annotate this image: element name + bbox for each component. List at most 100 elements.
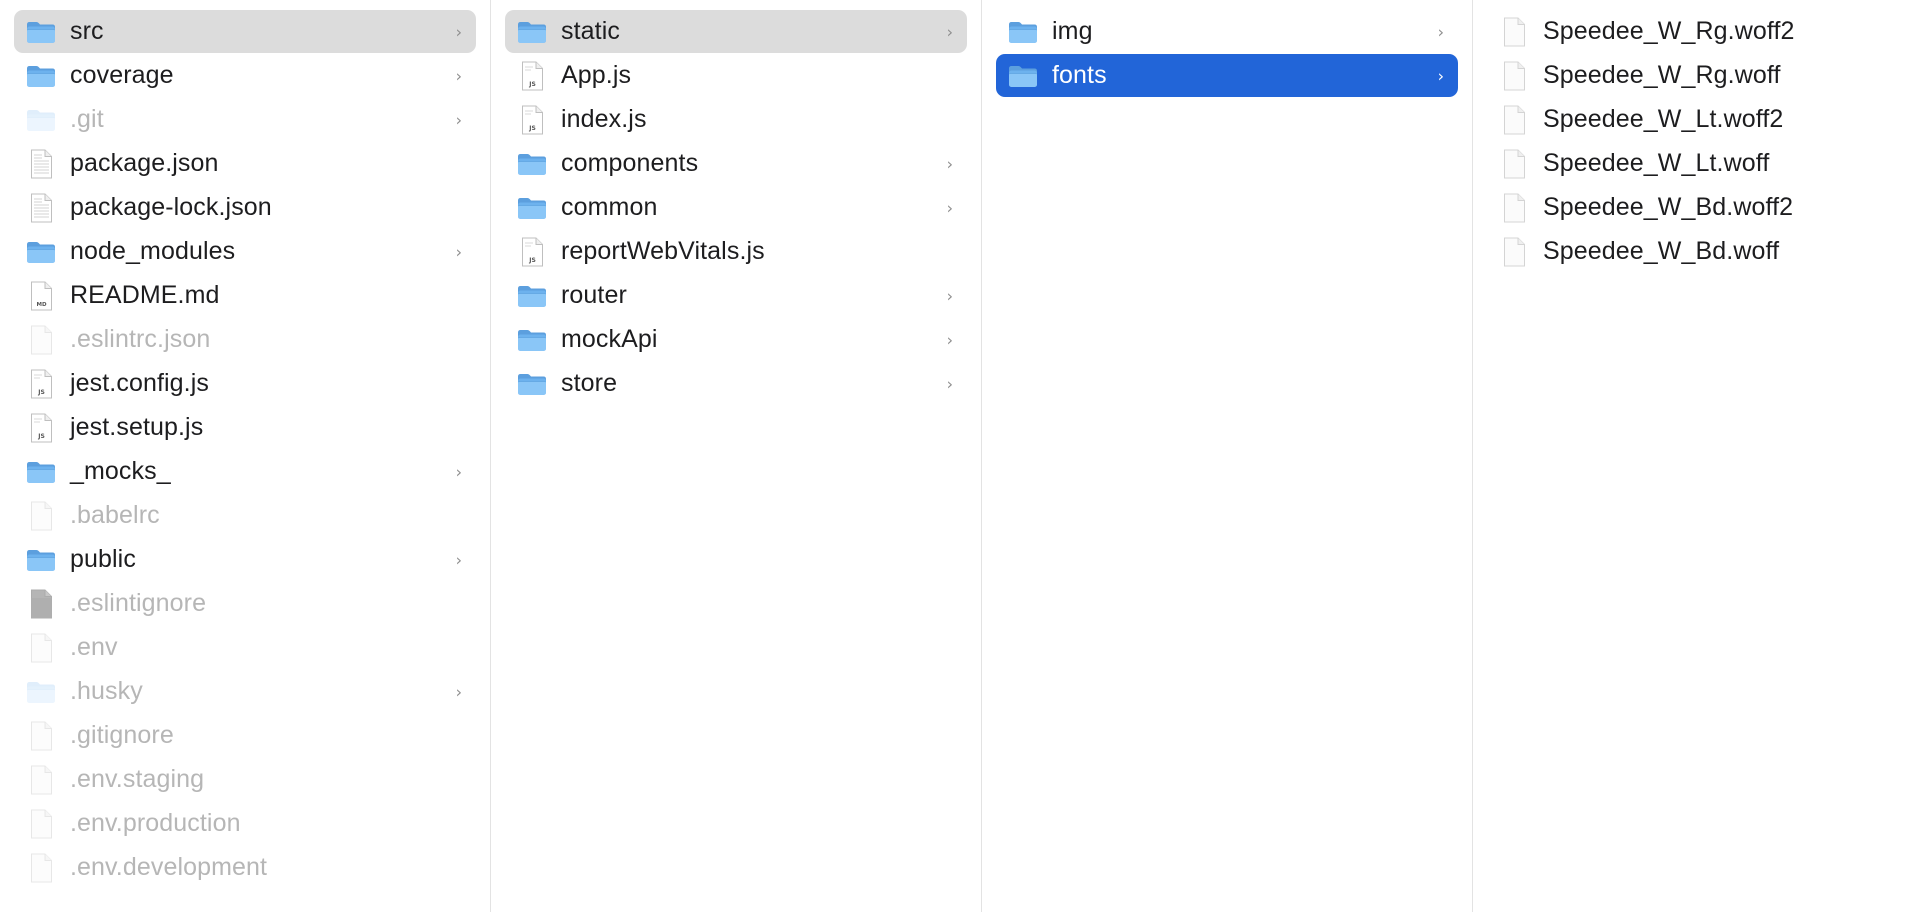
folder-icon — [517, 149, 547, 179]
item-label: _mocks_ — [70, 457, 171, 485]
item-label: Speedee_W_Bd.woff — [1543, 237, 1780, 265]
chevron-right-icon: › — [455, 242, 462, 261]
folder-icon — [26, 61, 56, 91]
file-row-jest-setup-js[interactable]: JS jest.setup.js — [14, 406, 476, 449]
item-label: jest.setup.js — [70, 413, 204, 441]
folder-row-node-modules[interactable]: node_modules › — [14, 230, 476, 273]
document-icon — [26, 193, 56, 223]
svg-text:JS: JS — [37, 389, 45, 396]
item-label: .gitignore — [70, 721, 174, 749]
folder-row-fonts[interactable]: fonts › — [996, 54, 1458, 97]
column-src[interactable]: static › JS App.js JS index.js components › comm… — [491, 0, 982, 912]
folder-row-store[interactable]: store › — [505, 362, 967, 405]
file-row-index-js[interactable]: JS index.js — [505, 98, 967, 141]
file-row-env-production[interactable]: .env.production — [14, 802, 476, 845]
js-file-icon: JS — [517, 237, 547, 267]
file-row-speedee-w-bd-woff2[interactable]: Speedee_W_Bd.woff2 — [1487, 186, 1893, 229]
blank-file-icon — [1499, 61, 1529, 91]
file-row-reportwebvitals-js[interactable]: JS reportWebVitals.js — [505, 230, 967, 273]
file-row-speedee-w-rg-woff[interactable]: Speedee_W_Rg.woff — [1487, 54, 1893, 97]
folder-row-mocks[interactable]: _mocks_ › — [14, 450, 476, 493]
chevron-right-icon: › — [455, 462, 462, 481]
file-row-package-json[interactable]: package.json — [14, 142, 476, 185]
js-file-icon: JS — [517, 61, 547, 91]
column-browser: src › coverage › .git › package.json package-lo… — [0, 0, 1908, 912]
item-label: package-lock.json — [70, 193, 272, 221]
file-row-env-staging[interactable]: .env.staging — [14, 758, 476, 801]
item-label: Speedee_W_Bd.woff2 — [1543, 193, 1794, 221]
folder-row-public[interactable]: public › — [14, 538, 476, 581]
chevron-right-icon: › — [946, 374, 953, 393]
file-row-package-lock-json[interactable]: package-lock.json — [14, 186, 476, 229]
chevron-right-icon: › — [946, 286, 953, 305]
blank-file-icon — [1499, 105, 1529, 135]
item-label: index.js — [561, 105, 647, 133]
column-root[interactable]: src › coverage › .git › package.json package-lo… — [0, 0, 491, 912]
item-label: reportWebVitals.js — [561, 237, 765, 265]
item-label: src — [70, 17, 104, 45]
svg-text:JS: JS — [528, 125, 536, 132]
js-file-icon: JS — [26, 369, 56, 399]
folder-row-src[interactable]: src › — [14, 10, 476, 53]
column-fonts[interactable]: Speedee_W_Rg.woff2 Speedee_W_Rg.woff Speed… — [1473, 0, 1907, 912]
file-row-app-js[interactable]: JS App.js — [505, 54, 967, 97]
item-label: store — [561, 369, 618, 397]
blank-file-icon — [26, 721, 56, 751]
chevron-right-icon: › — [455, 22, 462, 41]
svg-text:JS: JS — [37, 433, 45, 440]
folder-row-components[interactable]: components › — [505, 142, 967, 185]
item-label: components — [561, 149, 699, 177]
chevron-right-icon: › — [455, 550, 462, 569]
blank-file-icon — [1499, 193, 1529, 223]
file-row-eslintignore[interactable]: .eslintignore — [14, 582, 476, 625]
folder-icon — [26, 457, 56, 487]
folder-icon — [26, 237, 56, 267]
file-row-eslintrc-json[interactable]: .eslintrc.json — [14, 318, 476, 361]
file-row-speedee-w-bd-woff[interactable]: Speedee_W_Bd.woff — [1487, 230, 1893, 273]
svg-text:JS: JS — [528, 81, 536, 88]
item-label: .env.development — [70, 853, 268, 881]
item-label: Speedee_W_Lt.woff2 — [1543, 105, 1784, 133]
folder-icon — [26, 105, 56, 135]
folder-row-router[interactable]: router › — [505, 274, 967, 317]
file-row-readme-md[interactable]: MD README.md — [14, 274, 476, 317]
folder-row-coverage[interactable]: coverage › — [14, 54, 476, 97]
item-label: .env.production — [70, 809, 241, 837]
item-label: public — [70, 545, 136, 573]
item-label: App.js — [561, 61, 632, 89]
dark-file-icon — [26, 589, 56, 619]
folder-icon — [1008, 17, 1038, 47]
file-row-speedee-w-lt-woff[interactable]: Speedee_W_Lt.woff — [1487, 142, 1893, 185]
file-row-env[interactable]: .env — [14, 626, 476, 669]
file-row-babelrc[interactable]: .babelrc — [14, 494, 476, 537]
item-label: README.md — [70, 281, 220, 309]
folder-row-static[interactable]: static › — [505, 10, 967, 53]
file-row-gitignore[interactable]: .gitignore — [14, 714, 476, 757]
item-label: .husky — [70, 677, 143, 705]
blank-file-icon — [1499, 17, 1529, 47]
js-file-icon: JS — [26, 413, 56, 443]
file-row-speedee-w-rg-woff2[interactable]: Speedee_W_Rg.woff2 — [1487, 10, 1893, 53]
folder-row-img[interactable]: img › — [996, 10, 1458, 53]
folder-icon — [1008, 61, 1038, 91]
folder-row-git[interactable]: .git › — [14, 98, 476, 141]
item-label: .env — [70, 633, 118, 661]
folder-row-husky[interactable]: .husky › — [14, 670, 476, 713]
file-row-speedee-w-lt-woff2[interactable]: Speedee_W_Lt.woff2 — [1487, 98, 1893, 141]
chevron-right-icon: › — [1437, 22, 1444, 41]
chevron-right-icon: › — [946, 330, 953, 349]
svg-text:JS: JS — [528, 257, 536, 264]
file-row-env-development[interactable]: .env.development — [14, 846, 476, 889]
item-label: jest.config.js — [70, 369, 209, 397]
folder-icon — [26, 677, 56, 707]
file-row-jest-config-js[interactable]: JS jest.config.js — [14, 362, 476, 405]
markdown-file-icon: MD — [26, 281, 56, 311]
folder-row-mockapi[interactable]: mockApi › — [505, 318, 967, 361]
item-label: Speedee_W_Rg.woff — [1543, 61, 1781, 89]
column-static[interactable]: img › fonts › — [982, 0, 1473, 912]
chevron-right-icon: › — [455, 682, 462, 701]
chevron-right-icon: › — [946, 198, 953, 217]
folder-row-common[interactable]: common › — [505, 186, 967, 229]
folder-icon — [517, 17, 547, 47]
item-label: fonts — [1052, 61, 1107, 89]
